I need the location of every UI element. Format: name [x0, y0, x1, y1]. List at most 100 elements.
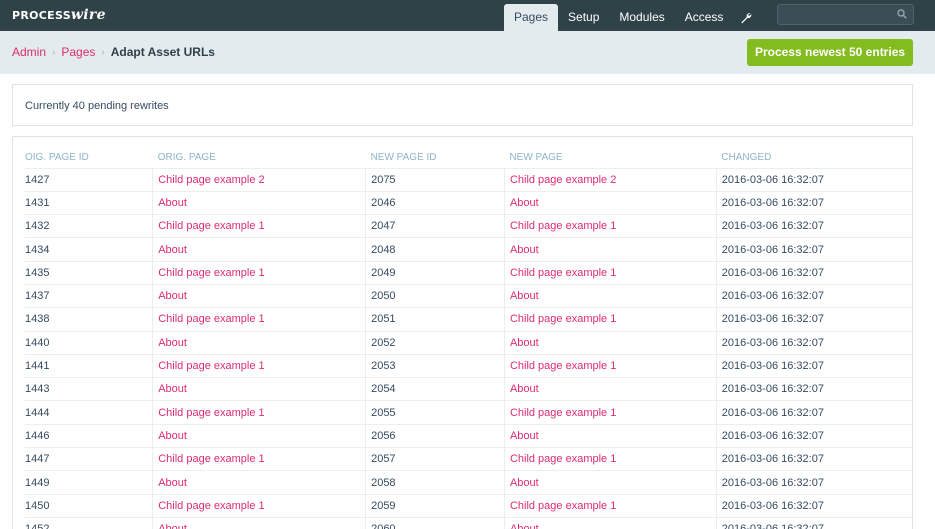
table-cell: 2075 [365, 167, 505, 192]
table-cell: About [503, 377, 717, 401]
table-cell: Child page example 1 [152, 307, 366, 332]
process-entries-button[interactable]: Process newest 50 entries [747, 39, 913, 66]
new-page-link[interactable]: Child page example 1 [510, 313, 616, 325]
new-page-id-cell: 2046 [371, 196, 396, 209]
new-page-link[interactable]: Child page example 1 [510, 453, 616, 465]
table-cell: 2056 [365, 423, 505, 448]
orig-page-link[interactable]: Child page example 1 [158, 500, 264, 512]
changed-cell: 2016-03-06 16:32:07 [721, 360, 824, 373]
orig-page-id-cell: 1450 [25, 499, 50, 512]
nav-item-modules[interactable]: Modules [609, 4, 674, 31]
nav-item-setup[interactable]: Setup [558, 4, 609, 31]
new-page-link[interactable]: Child page example 1 [510, 500, 616, 512]
orig-page-id-cell: 1449 [25, 476, 50, 489]
changed-cell: 2016-03-06 16:32:07 [721, 429, 824, 442]
table-cell: Child page example 2 [503, 167, 717, 192]
new-page-link[interactable]: About [510, 244, 539, 256]
search-input[interactable] [778, 5, 888, 24]
table-cell: 1434 [25, 237, 153, 262]
rewrites-table-panel: OIG. PAGE ID ORIG. PAGE NEW PAGE ID NEW … [12, 136, 913, 529]
new-page-link[interactable]: Child page example 1 [510, 360, 616, 372]
table-cell: 2047 [365, 214, 505, 238]
orig-page-id-cell: 1441 [25, 360, 50, 373]
orig-page-link[interactable]: Child page example 1 [158, 360, 264, 372]
orig-page-id-cell: 1443 [25, 383, 50, 396]
orig-page-link[interactable]: About [158, 477, 187, 489]
table-cell: 1443 [25, 377, 153, 401]
breadcrumb-separator-icon: › [52, 46, 56, 58]
new-page-link[interactable]: About [510, 430, 539, 442]
orig-page-id-cell: 1432 [25, 220, 50, 233]
orig-page-id-cell: 1444 [25, 406, 50, 419]
table-cell: 1432 [25, 214, 153, 238]
new-page-link[interactable]: About [510, 477, 539, 489]
table-cell: About [152, 330, 366, 355]
table-cell: 2060 [365, 516, 505, 529]
breadcrumb-pages[interactable]: Pages [61, 45, 95, 59]
col-header-new-page-id[interactable]: NEW PAGE ID [366, 146, 505, 168]
new-page-link[interactable]: Child page example 2 [510, 174, 616, 186]
orig-page-id-cell: 1435 [25, 266, 50, 279]
col-header-orig-page-id[interactable]: OIG. PAGE ID [25, 146, 153, 168]
new-page-id-cell: 2053 [371, 360, 396, 373]
table-cell: About [152, 283, 366, 308]
table-cell: 2016-03-06 16:32:07 [715, 190, 912, 215]
wrench-icon[interactable] [733, 4, 759, 31]
nav-item-pages[interactable]: Pages [504, 4, 559, 31]
table-cell: Child page example 1 [152, 400, 366, 425]
table-cell: 1431 [25, 190, 153, 215]
table-row: 1435 Child page example 1 2049 Child page e… [25, 260, 912, 285]
logo-text-process: PROCESS [12, 9, 71, 22]
processwire-logo[interactable]: PROCESSwire [12, 7, 106, 23]
table-row: 1437 About 2050 About 2016-03-06 16:32:07 [25, 283, 912, 308]
table-cell: 2059 [365, 493, 505, 518]
table-header-row: OIG. PAGE ID ORIG. PAGE NEW PAGE ID NEW … [25, 146, 912, 168]
new-page-id-cell: 2054 [371, 383, 396, 396]
new-page-link[interactable]: About [510, 337, 539, 349]
orig-page-id-cell: 1440 [25, 336, 50, 349]
search-icon[interactable] [897, 9, 907, 22]
orig-page-link[interactable]: Child page example 1 [158, 267, 264, 279]
orig-page-link[interactable]: About [158, 244, 187, 256]
orig-page-link[interactable]: Child page example 2 [158, 174, 264, 186]
orig-page-link[interactable]: About [158, 430, 187, 442]
new-page-link[interactable]: About [510, 290, 539, 302]
col-header-orig-page[interactable]: ORIG. PAGE [153, 146, 366, 168]
new-page-link[interactable]: Child page example 1 [510, 267, 616, 279]
orig-page-link[interactable]: About [158, 290, 187, 302]
new-page-link[interactable]: Child page example 1 [510, 220, 616, 232]
orig-page-link[interactable]: Child page example 1 [158, 407, 264, 419]
new-page-link[interactable]: About [510, 523, 539, 529]
new-page-link[interactable]: About [510, 197, 539, 209]
orig-page-id-cell: 1427 [25, 173, 50, 186]
table-row: 1444 Child page example 1 2055 Child page e… [25, 400, 912, 425]
table-row: 1441 Child page example 1 2053 Child page e… [25, 353, 912, 378]
page-title: Adapt Asset URLs [110, 45, 215, 59]
table-cell: About [152, 423, 366, 448]
new-page-id-cell: 2058 [371, 476, 396, 489]
col-header-new-page[interactable]: NEW PAGE [504, 146, 716, 168]
changed-cell: 2016-03-06 16:32:07 [721, 290, 824, 303]
table-cell: 1449 [25, 470, 153, 495]
col-header-changed[interactable]: CHANGED [716, 146, 912, 168]
new-page-link[interactable]: Child page example 1 [510, 407, 616, 419]
nav-item-access[interactable]: Access [675, 4, 734, 31]
orig-page-link[interactable]: About [158, 383, 187, 395]
table-cell: About [152, 190, 366, 215]
new-page-id-cell: 2057 [371, 453, 396, 466]
table-cell: 1438 [25, 307, 153, 332]
new-page-link[interactable]: About [510, 383, 539, 395]
table-cell: 2055 [365, 400, 505, 425]
breadcrumb-admin[interactable]: Admin [12, 45, 46, 59]
orig-page-link[interactable]: About [158, 523, 187, 529]
rewrites-table: OIG. PAGE ID ORIG. PAGE NEW PAGE ID NEW … [25, 146, 912, 529]
orig-page-link[interactable]: Child page example 1 [158, 453, 264, 465]
table-row: 1440 About 2052 About 2016-03-06 16:32:07 [25, 330, 912, 355]
table-cell: About [503, 470, 717, 495]
changed-cell: 2016-03-06 16:32:07 [722, 523, 824, 529]
table-cell: 2016-03-06 16:32:07 [715, 330, 912, 355]
orig-page-link[interactable]: About [158, 337, 187, 349]
orig-page-link[interactable]: Child page example 1 [158, 313, 264, 325]
orig-page-link[interactable]: About [158, 197, 187, 209]
orig-page-link[interactable]: Child page example 1 [158, 220, 264, 232]
